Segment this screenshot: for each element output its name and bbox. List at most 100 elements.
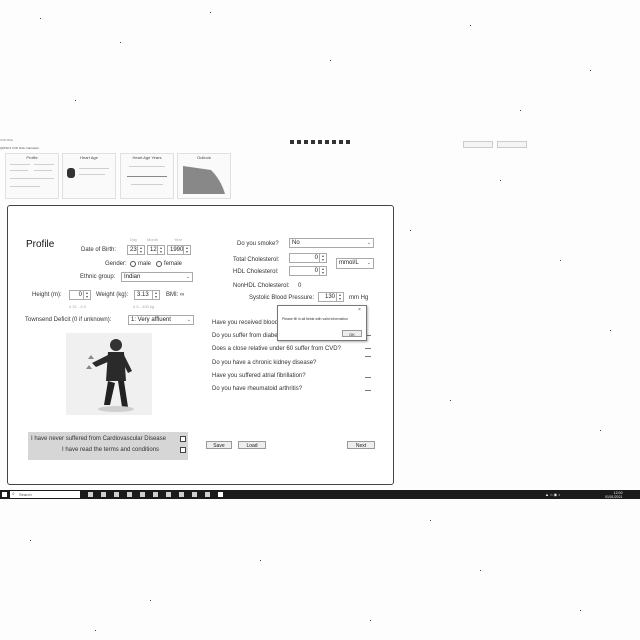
save-button[interactable]: Save — [206, 441, 232, 449]
never-suffered-label: I have never suffered from Cardiovascula… — [31, 436, 166, 442]
bmi-value: ∞ — [180, 292, 185, 298]
start-icon[interactable] — [2, 492, 7, 497]
spinner-icon: ▴ ▾ — [336, 293, 343, 301]
toolbar-icon[interactable] — [346, 140, 350, 144]
chevron-down-icon: ⌄ — [186, 317, 191, 323]
townsend-select[interactable]: 1: Very affluent ⌄ — [128, 315, 194, 325]
gender-male-label: male — [138, 261, 152, 267]
load-button[interactable]: Load — [238, 441, 266, 449]
question-toggle[interactable] — [365, 390, 371, 391]
height-stepper[interactable]: 0 ▴ ▾ — [69, 290, 91, 300]
terms-label[interactable]: I have read the terms and conditions — [62, 447, 159, 453]
spinner-icon: ▴ ▾ — [319, 254, 326, 262]
taskbar: ▲ ⌂ ◉ ♪ 12:00 01/01/2021 — [0, 490, 640, 499]
dialog-message: Please fill in all fields with valid inf… — [282, 317, 348, 321]
spinner-icon: ▴ ▾ — [183, 246, 190, 254]
height-label: Height (m): — [32, 292, 62, 298]
taskbar-app-icon[interactable] — [192, 492, 197, 497]
townsend-label: Townsend Deficit (0 if unknown): — [25, 317, 112, 323]
taskbar-app-icon[interactable] — [88, 492, 93, 497]
chevron-down-icon: ⌄ — [185, 274, 190, 280]
spinner-icon: ▴ ▾ — [319, 267, 326, 275]
nonhdl-cholesterol-value: 0 — [298, 283, 302, 289]
question-toggle[interactable] — [365, 356, 371, 357]
close-icon[interactable]: × — [358, 307, 361, 313]
taskbar-app-icon[interactable] — [114, 492, 119, 497]
top-field[interactable] — [463, 141, 493, 148]
toolbar-icon[interactable] — [297, 140, 301, 144]
profile-window: Profile Day Month Year Date of Birth: 23… — [7, 205, 394, 485]
smoker-label: Do you smoke? — [237, 241, 279, 247]
question-atrial: Have you suffered atrial fibrillation? — [212, 373, 306, 379]
taskbar-app-icon[interactable] — [127, 492, 132, 497]
bp-unit: mm Hg — [349, 295, 369, 301]
taskbar-app-icon[interactable] — [140, 492, 145, 497]
toolbar-icon[interactable] — [318, 140, 322, 144]
taskbar-app-icon[interactable] — [166, 492, 171, 497]
toolbar-icon[interactable] — [304, 140, 308, 144]
toolbar-icon[interactable] — [332, 140, 336, 144]
gender-female-radio[interactable] — [156, 261, 162, 267]
heart-icon — [67, 168, 75, 178]
page-title: Profile — [26, 239, 55, 250]
bmi-label: BMI: — [166, 292, 179, 298]
hdl-cholesterol-stepper[interactable]: 0 ▴ ▾ — [289, 266, 327, 276]
chevron-down-icon: ⌄ — [366, 240, 371, 246]
weight-hint: 0.5 - 400 kg — [133, 304, 155, 309]
nonhdl-cholesterol-label: NonHDL Cholesterol: — [233, 283, 290, 289]
weight-label: Weight (kg): — [96, 292, 129, 298]
thumbnail-heart-age[interactable]: Heart Age — [62, 153, 116, 199]
taskbar-app-icon[interactable] — [101, 492, 106, 497]
taskbar-active-app-icon[interactable] — [218, 492, 223, 497]
spinner-icon: ▴ ▾ — [137, 246, 144, 254]
bp-stepper[interactable]: 130 ▴ ▾ — [318, 292, 344, 302]
toolbar-icon[interactable] — [311, 140, 315, 144]
window-caption: CVD Risk — [0, 138, 14, 142]
next-button[interactable]: Next — [347, 441, 375, 449]
smoker-select[interactable]: No ⌄ — [289, 238, 374, 248]
thumbnail-heart-age-years[interactable]: Heart Age Years — [120, 153, 174, 199]
spinner-icon: ▴ ▾ — [157, 246, 164, 254]
question-relative-cvd: Does a close relative under 60 suffer fr… — [212, 346, 341, 352]
terms-checkbox[interactable] — [180, 447, 186, 453]
dob-year-stepper[interactable]: 1990 ▴ ▾ — [167, 245, 191, 255]
dob-month-header: Month — [147, 237, 159, 242]
total-cholesterol-stepper[interactable]: 0 ▴ ▾ — [289, 253, 327, 263]
bp-label: Systolic Blood Pressure: — [249, 295, 315, 301]
gender-male-radio[interactable] — [130, 261, 136, 267]
declaration-panel: I have never suffered from Cardiovascula… — [28, 432, 188, 460]
thumbnail-profile[interactable]: Profile — [5, 153, 59, 199]
question-kidney: Do you have a chronic kidney disease? — [212, 360, 317, 366]
hdl-cholesterol-label: HDL Cholesterol: — [233, 269, 279, 275]
dob-month-stepper[interactable]: 12 ▴ ▾ — [147, 245, 165, 255]
dialog-ok-button[interactable]: OK — [342, 330, 362, 337]
system-tray-icons[interactable]: ▲ ⌂ ◉ ♪ — [545, 492, 560, 497]
taskbar-search-input[interactable]: ⌕ Search — [10, 491, 80, 498]
spinner-icon: ▴ ▾ — [152, 291, 159, 299]
never-suffered-checkbox[interactable] — [180, 436, 186, 442]
dob-year-header: Year — [174, 237, 183, 242]
toolbar-icon[interactable] — [325, 140, 329, 144]
question-toggle[interactable] — [365, 377, 371, 378]
top-field[interactable] — [497, 141, 527, 148]
dob-day-stepper[interactable]: 23 ▴ ▾ — [127, 245, 145, 255]
ethnic-group-select[interactable]: Indian ⌄ — [121, 272, 193, 282]
weight-stepper[interactable]: 3.13 ▴ ▾ — [134, 290, 160, 300]
spinner-icon: ▴ ▾ — [83, 291, 90, 299]
taskbar-app-icon[interactable] — [153, 492, 158, 497]
clock[interactable]: 12:00 01/01/2021 — [605, 491, 623, 499]
thumbnail-outlook[interactable]: Outlook — [177, 153, 231, 199]
app-title: QRISK3 CVD Risk Calculator — [0, 146, 40, 150]
chevron-down-icon: ⌄ — [366, 260, 371, 266]
person-icon — [86, 339, 134, 412]
total-cholesterol-label: Total Cholesterol: — [233, 257, 280, 263]
cholesterol-units-select[interactable]: mmol/L ⌄ — [336, 258, 374, 269]
toolbar-icon[interactable] — [339, 140, 343, 144]
question-toggle[interactable] — [365, 348, 371, 349]
dob-day-header: Day — [130, 237, 138, 242]
height-hint: 0.31 - 4.0 — [69, 304, 86, 309]
toolbar-icon[interactable] — [290, 140, 294, 144]
taskbar-app-icon[interactable] — [179, 492, 184, 497]
ethnic-label: Ethnic group: — [80, 274, 116, 280]
taskbar-app-icon[interactable] — [205, 492, 210, 497]
